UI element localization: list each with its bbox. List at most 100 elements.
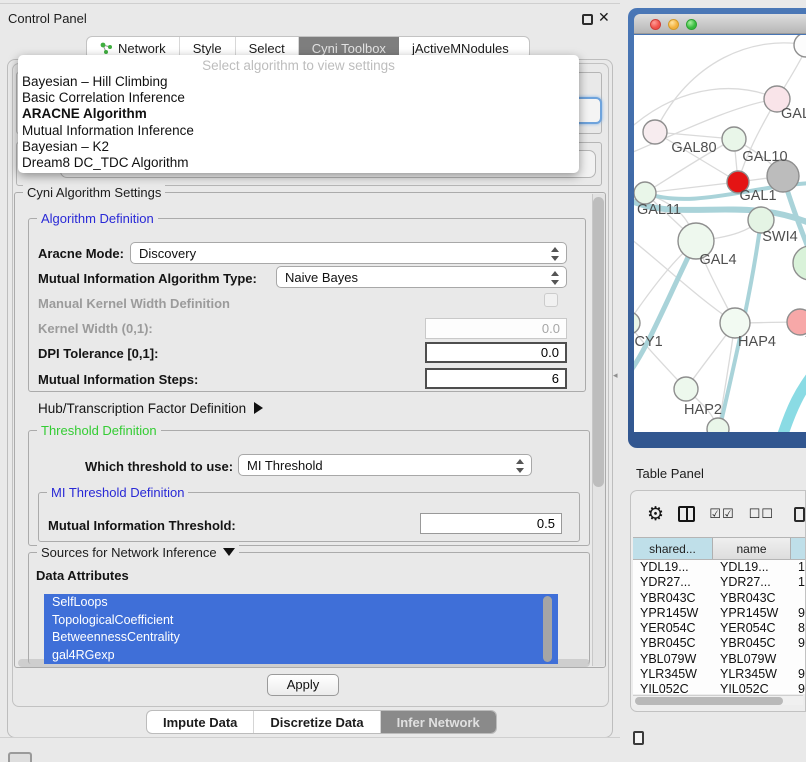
which-threshold-select[interactable]: MI Threshold <box>238 454 532 476</box>
data-attributes-label: Data Attributes <box>36 568 129 583</box>
network-edge[interactable] <box>782 373 806 432</box>
table-horizontal-scrollbar[interactable] <box>633 695 803 705</box>
node-label: HAP2 <box>684 402 722 418</box>
manual-kernel-label: Manual Kernel Width Definition <box>38 296 230 311</box>
table-row[interactable]: YDL19...YDL19...13 <box>633 560 806 575</box>
tab-infer-network[interactable]: Infer Network <box>381 711 496 733</box>
bottom-tabbar: Impute Data Discretize Data Infer Networ… <box>146 710 497 734</box>
column-header[interactable]: name <box>713 538 791 559</box>
table-row[interactable]: YPR145WYPR145W9. <box>633 606 806 621</box>
node-label: HAP4 <box>738 334 776 350</box>
table-cell: YBL079W <box>633 652 713 667</box>
tab-select-label: Select <box>249 41 285 56</box>
table-row[interactable]: YLR345WYLR345W9. <box>633 667 806 682</box>
float-window-icon[interactable] <box>582 14 593 25</box>
algorithm-option[interactable]: ARACNE Algorithm <box>18 106 579 122</box>
deselect-all-checkboxes-icon[interactable]: ☐☐ <box>749 507 774 522</box>
network-node[interactable] <box>634 182 656 204</box>
node-label: GAL4 <box>699 252 736 268</box>
mi-steps-input[interactable] <box>425 368 567 389</box>
table-row[interactable]: YIL052CYIL052C9 <box>633 682 806 694</box>
tab-network-label: Network <box>118 41 166 56</box>
table-row[interactable]: YDR27...YDR27...12 <box>633 575 806 590</box>
table-cell: YLR345W <box>713 667 791 682</box>
network-view-canvas[interactable]: GALGAL80GAL10GAL1GAL11SWI4GAL4GCY1HAP4YH… <box>634 35 806 432</box>
table-cell <box>791 591 806 606</box>
network-node[interactable] <box>674 377 698 401</box>
settings-vertical-scrollbar-thumb[interactable] <box>593 197 604 487</box>
attribute-item[interactable]: SelfLoops <box>44 594 558 612</box>
network-node[interactable] <box>722 127 746 151</box>
network-node[interactable] <box>634 312 640 334</box>
stepper-icon <box>550 270 559 286</box>
table-cell: 9. <box>791 667 806 682</box>
network-window-titlebar[interactable] <box>634 14 806 34</box>
algorithm-option[interactable]: Bayesian – K2 <box>18 139 579 155</box>
stepper-icon <box>550 246 559 262</box>
tab-discretize-data[interactable]: Discretize Data <box>254 711 380 733</box>
table-row[interactable]: YBR043CYBR043C <box>633 591 806 606</box>
attributes-scrollbar-thumb[interactable] <box>543 596 552 662</box>
attribute-item[interactable]: BetweennessCentrality <box>44 629 558 647</box>
select-all-checkboxes-icon[interactable]: ☑☑ <box>709 507 734 522</box>
table-horizontal-scrollbar-thumb[interactable] <box>635 697 783 705</box>
hub-definition-label: Hub/Transcription Factor Definition <box>38 401 246 416</box>
apply-button[interactable]: Apply <box>267 674 339 696</box>
bottom-left-partial-button[interactable] <box>8 752 32 762</box>
node-label: SWI4 <box>762 229 797 245</box>
table-cell: YLR345W <box>633 667 713 682</box>
network-node[interactable] <box>793 246 806 280</box>
table-toolbar: ⚙ ☑☑ ☐☐ <box>631 491 805 537</box>
algorithm-option[interactable]: Dream8 DC_TDC Algorithm <box>18 155 579 171</box>
network-node[interactable] <box>643 120 667 144</box>
attribute-item[interactable]: gal4RGexp <box>44 647 558 665</box>
table-row[interactable]: YBR045CYBR045C9. <box>633 636 806 651</box>
zoom-traffic-light-icon[interactable] <box>686 19 697 30</box>
tab-jactivemnodules-label: jActiveMNodules <box>412 41 509 56</box>
algorithm-option[interactable]: Bayesian – Hill Climbing <box>18 74 579 90</box>
table-cell: YIL052C <box>633 682 713 694</box>
sources-group-title[interactable]: Sources for Network Inference <box>37 545 239 560</box>
mi-threshold-group-title: MI Threshold Definition <box>47 485 188 500</box>
aracne-mode-select[interactable]: Discovery <box>130 242 567 264</box>
dpi-tolerance-input[interactable] <box>425 342 567 363</box>
network-node[interactable] <box>787 309 806 335</box>
manual-kernel-checkbox[interactable] <box>544 293 558 307</box>
node-label: GAL80 <box>671 140 716 156</box>
mi-type-select[interactable]: Naive Bayes <box>276 266 567 288</box>
column-header[interactable]: shared... <box>633 538 713 559</box>
node-label: GCY1 <box>634 334 663 350</box>
close-traffic-light-icon[interactable] <box>650 19 661 30</box>
mi-threshold-input[interactable] <box>420 513 562 534</box>
kernel-width-input[interactable] <box>425 318 567 339</box>
table-header-row: shared...name <box>633 537 806 560</box>
columns-icon[interactable] <box>678 506 695 522</box>
network-node[interactable] <box>707 418 729 432</box>
close-icon[interactable]: ✕ <box>598 9 610 26</box>
minimize-traffic-light-icon[interactable] <box>668 19 679 30</box>
control-panel-title: Control Panel <box>8 11 87 26</box>
gear-icon[interactable]: ⚙ <box>647 505 664 524</box>
column-header[interactable] <box>791 538 806 559</box>
page-icon-partial[interactable] <box>633 731 644 745</box>
algorithm-option[interactable]: Basic Correlation Inference <box>18 90 579 106</box>
attribute-item[interactable]: TopologicalCoefficient <box>44 612 558 630</box>
network-node[interactable] <box>794 35 806 57</box>
table-row[interactable]: YER054CYER054C8. <box>633 621 806 636</box>
mi-type-label: Mutual Information Algorithm Type: <box>38 271 257 286</box>
hub-definition-toggle[interactable]: Hub/Transcription Factor Definition <box>38 401 263 416</box>
table-cell: YDR27... <box>633 575 713 590</box>
bottom-divider <box>0 737 620 738</box>
table-cell <box>791 652 806 667</box>
algorithm-dropdown-popup: Select algorithm to view settings Bayesi… <box>18 55 579 173</box>
network-edge[interactable] <box>634 241 696 377</box>
table-row[interactable]: YBL079WYBL079W <box>633 652 806 667</box>
panel-resize-grip[interactable]: ◂ <box>613 370 618 381</box>
network-tab-icon <box>100 42 113 55</box>
document-icon[interactable] <box>794 507 805 522</box>
data-attributes-list[interactable]: SelfLoopsTopologicalCoefficientBetweenne… <box>44 594 558 664</box>
algorithm-option[interactable]: Mutual Information Inference <box>18 123 579 139</box>
tab-impute-data[interactable]: Impute Data <box>147 711 254 733</box>
stepper-icon <box>515 458 524 474</box>
table-cell: YBL079W <box>713 652 791 667</box>
